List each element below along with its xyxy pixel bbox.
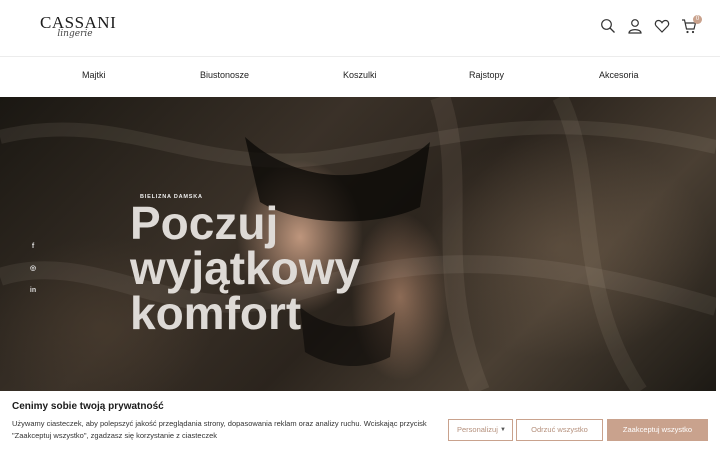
- cookie-banner: Cenimy sobie twoją prywatność Używamy ci…: [0, 391, 720, 450]
- nav-item-koszulki[interactable]: Koszulki: [343, 70, 377, 80]
- main-navigation: Majtki Biustonosze Koszulki Rajstopy Akc…: [0, 57, 720, 97]
- personalize-label: Personalizuj: [457, 425, 498, 434]
- facebook-icon[interactable]: f: [28, 242, 38, 252]
- hero-banner[interactable]: BIELIZNA DAMSKA Poczuj wyjątkowy komfort…: [0, 97, 716, 391]
- hero-title: Poczuj wyjątkowy komfort: [130, 197, 361, 339]
- user-icon[interactable]: [627, 18, 643, 34]
- hero-title-line: Poczuj: [130, 197, 279, 249]
- cart-icon[interactable]: 0: [681, 15, 702, 34]
- heart-icon[interactable]: [654, 18, 670, 34]
- hero-title-line: komfort: [130, 287, 302, 339]
- nav-item-biustonosze[interactable]: Biustonosze: [200, 70, 249, 80]
- instagram-icon[interactable]: ◎: [28, 264, 38, 274]
- personalize-button[interactable]: Personalizuj ▼: [448, 419, 513, 441]
- accept-all-button[interactable]: Zaakceptuj wszystko: [607, 419, 708, 441]
- nav-item-akcesoria[interactable]: Akcesoria: [599, 70, 639, 80]
- search-icon[interactable]: [600, 18, 616, 34]
- hero-title-line: wyjątkowy: [130, 242, 361, 294]
- linkedin-icon[interactable]: in: [28, 286, 38, 296]
- nav-item-majtki[interactable]: Majtki: [82, 70, 106, 80]
- cookie-text: Używamy ciasteczek, aby polepszyć jakość…: [12, 419, 427, 440]
- caret-down-icon: ▼: [500, 427, 506, 433]
- brand-logo[interactable]: CASSANI lingerie: [40, 14, 116, 39]
- cart-count-badge: 0: [693, 15, 702, 24]
- cookie-title: Cenimy sobie twoją prywatność: [12, 401, 164, 412]
- header-icons: 0: [600, 15, 702, 34]
- nav-item-rajstopy[interactable]: Rajstopy: [469, 70, 504, 80]
- reject-all-button[interactable]: Odrzuć wszystko: [516, 419, 603, 441]
- site-header: CASSANI lingerie 0: [0, 0, 720, 57]
